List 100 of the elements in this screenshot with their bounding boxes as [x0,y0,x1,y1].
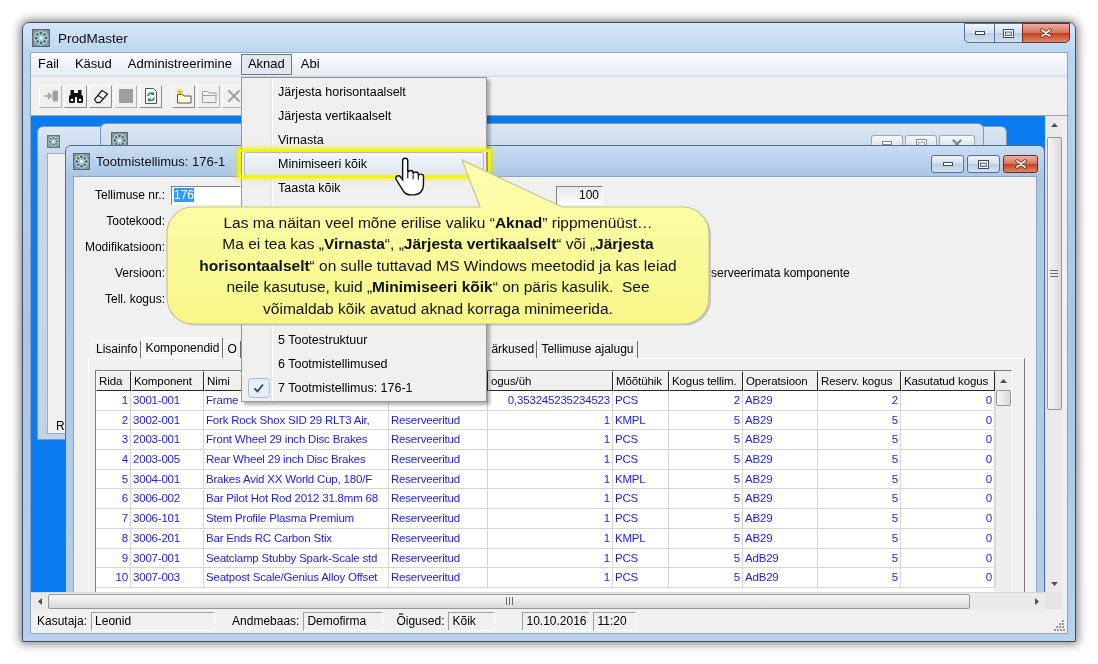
table-cell: 10 [96,568,131,588]
up-arrow-icon[interactable] [1050,122,1058,127]
status-label: Kasutaja: [37,614,88,628]
table-cell: 4 [96,450,131,470]
close-button[interactable] [1022,23,1070,43]
table-cell: Seatpost Scale/Genius Alloy Offset [204,568,389,588]
table-cell: AB29 [743,528,818,549]
table-cell: AB29 [743,450,818,470]
table-cell: PCS [613,450,669,470]
table-cell: 1 [96,391,131,411]
minimize-button[interactable] [964,23,995,43]
table-cell: Reserveeritud [389,548,488,569]
table-cell: 5 [818,450,901,470]
column-header[interactable]: Mõõtühik [613,371,669,391]
tab[interactable]: Lisainfo [92,340,142,358]
close-icon[interactable] [1014,159,1027,169]
menu-bar-item[interactable]: Aknad [240,54,292,75]
table-cell: 5 [669,450,743,470]
tab[interactable]: ärkused [487,340,538,358]
table-cell: 5 [818,509,901,529]
menu-bar-item[interactable]: Administreerimine [120,54,239,75]
menu-bar-item[interactable]: Käsud [67,54,119,75]
table-cell: 1 [488,548,613,569]
column-header[interactable]: ogus/üh [488,371,613,391]
table-cell: 5 [818,430,901,451]
menu-item[interactable]: Minimiseeri kõik [244,152,484,176]
left-arrow-icon[interactable] [37,597,42,605]
scrollbar-thumb[interactable] [996,390,1011,406]
field-label: Versioon: [113,266,165,280]
column-header[interactable]: Rida [96,371,131,391]
table-cell: 1 [488,568,613,588]
resize-grip-icon[interactable] [1054,620,1065,631]
status-field: Leonid [91,611,216,631]
table-cell: Reserveeritud [389,509,488,529]
menu-item[interactable]: Virnasta [244,128,484,152]
table-cell: AB29 [743,469,818,490]
table-cell: 6 [96,489,131,510]
table-cell: 3007-001 [131,548,204,569]
table-cell: 5 [818,489,901,510]
maximize-icon[interactable] [978,159,989,169]
menu-bar-item[interactable]: Fail [31,54,66,75]
table-cell: 9 [96,548,131,569]
close-icon[interactable] [1040,28,1052,38]
app-icon [73,153,90,170]
up-arrow-icon[interactable] [1000,378,1007,383]
table-cell: 3006-002 [131,489,204,510]
table-cell: Stem Profile Plasma Premium [204,509,389,529]
app-icon [47,135,60,148]
menu-item[interactable]: Järjesta vertikaalselt [244,104,484,128]
tab[interactable]: O [223,340,242,358]
vertical-scrollbar[interactable] [1045,116,1062,592]
scrollbar-thumb[interactable] [1046,137,1062,410]
table-cell: PCS [613,391,669,411]
table-cell: AB29 [743,410,818,431]
minimize-icon[interactable] [942,162,953,166]
column-header[interactable]: Operatsioon [743,371,818,391]
column-header[interactable]: Komponent [131,371,204,391]
minimize-button[interactable] [931,155,964,173]
input-field[interactable]: 100 [556,185,603,205]
menu-item[interactable]: 5 Tootestruktuur [244,328,484,352]
table-cell: 1 [488,430,613,451]
table-cell: 5 [669,568,743,588]
status-field: 11:20 [593,611,637,631]
status-label: Andmebaas: [232,614,300,628]
table-cell: KMPL [613,410,669,431]
table-cell: Front Wheel 29 inch Disc Brakes [204,430,389,451]
menu-bar-item[interactable]: Abi [293,54,327,75]
close-button[interactable] [1003,155,1038,173]
minimize-icon[interactable] [974,31,985,35]
vertical-scrollbar[interactable] [995,371,1011,592]
right-arrow-icon[interactable] [1034,597,1039,605]
table-cell: AdB29 [743,548,818,569]
table-cell: 1 [488,410,613,431]
down-arrow-icon[interactable] [1050,581,1058,586]
table-cell: 5 [669,430,743,451]
status-field: 10.10.2016 [522,611,591,631]
column-header[interactable]: Kogus tellim. [669,371,743,391]
maximize-button[interactable] [994,23,1023,43]
table-cell: Brakes Avid XX World Cup, 180/F [204,469,389,490]
table-cell: 3 [96,430,131,451]
column-header[interactable]: Kasutatud kogus [901,371,995,391]
maximize-button[interactable] [967,155,1000,173]
menu-item[interactable]: 6 Tootmistellimused [244,352,484,376]
grip-icon [1050,270,1058,277]
menu-item[interactable]: Järjesta horisontaalselt [244,80,484,104]
table-cell: Reserveeritud [389,489,488,510]
maximize-icon[interactable] [1003,28,1014,38]
table-cell: 1 [488,450,613,470]
tab[interactable]: Komponendid [141,337,224,358]
table-cell: PCS [613,430,669,451]
table-cell: 2003-005 [131,450,204,470]
table-cell: 5 [669,548,743,569]
table-cell: KMPL [613,469,669,490]
status-label: Õigused: [396,614,445,628]
table-cell: Reserveeritud [389,430,488,451]
tab[interactable]: Tellimuse ajalugu [537,340,638,358]
column-header[interactable]: Reserv. kogus [818,371,901,391]
scrollbar-corner [1045,592,1062,609]
table-cell: Bar Pilot Hot Rod 2012 31.8mm 68 [204,489,389,510]
table-cell: 2003-001 [131,430,204,451]
